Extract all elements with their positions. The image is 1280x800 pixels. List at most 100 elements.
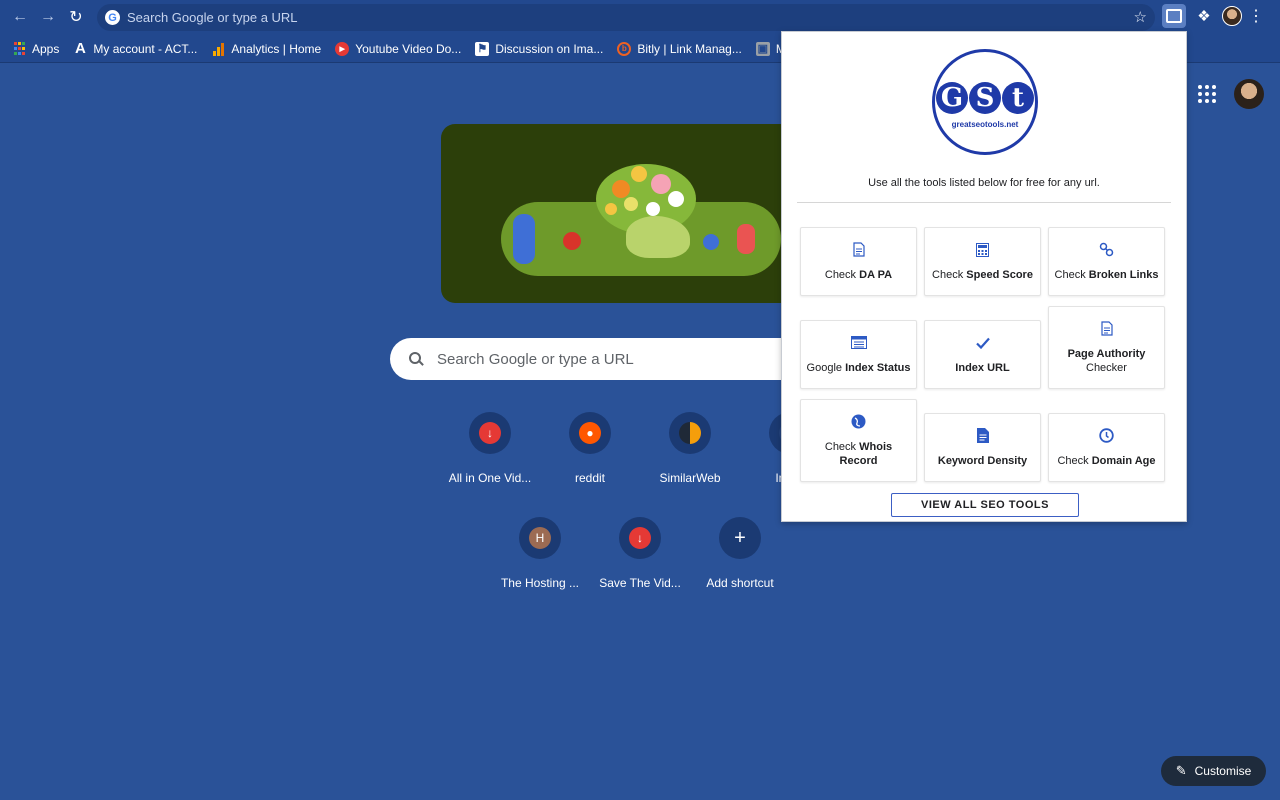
pencil-icon: ✎: [1175, 763, 1187, 778]
document-icon: [1100, 321, 1113, 337]
browser-toolbar: ← → ↻ G ☆ ❖ ⋮: [0, 0, 1280, 35]
bookmark-apps[interactable]: Apps: [12, 42, 59, 56]
document-icon: [852, 242, 865, 258]
gst-logo-circle: G S t greatseotools.net: [932, 49, 1038, 155]
tool-label: Index URL: [955, 361, 1010, 374]
bookmark-discussion[interactable]: ⚑ Discussion on Ima...: [475, 41, 604, 56]
tool-page-authority-checker[interactable]: Page Authority Checker: [1048, 306, 1165, 389]
doodle-flower-image: [563, 232, 581, 250]
analytics-icon: [211, 42, 225, 56]
customise-label: Customise: [1194, 764, 1252, 778]
globe-icon: [851, 414, 866, 430]
shortcut-label: Save The Vid...: [599, 576, 681, 590]
customise-button[interactable]: ✎ Customise: [1161, 756, 1266, 786]
back-button[interactable]: ←: [6, 3, 34, 31]
bookmark-label: Bitly | Link Manag...: [637, 41, 742, 56]
arrow-left-icon: ←: [12, 8, 28, 25]
google-apps-icon[interactable]: [1198, 85, 1216, 103]
bookmark-label: Analytics | Home: [231, 41, 322, 56]
tool-check-whois-record[interactable]: Check Whois Record: [800, 399, 917, 482]
calculator-icon: [976, 242, 989, 258]
clock-icon: [1099, 428, 1114, 444]
bookmark-analytics[interactable]: Analytics | Home: [211, 42, 321, 56]
text-document-icon: [976, 428, 989, 444]
reddit-icon: ●: [579, 422, 601, 444]
shortcut-label: reddit: [574, 471, 606, 485]
shortcut-add[interactable]: + Add shortcut: [690, 517, 790, 590]
bookmark-act[interactable]: A My account - ACT...: [73, 40, 198, 57]
shortcut-reddit[interactable]: ● reddit: [540, 412, 640, 485]
popup-description: Use all the tools listed below for free …: [868, 177, 1100, 189]
gst-logo-letter: t: [1002, 81, 1034, 114]
gst-extension-icon: [1166, 9, 1182, 23]
doodle-flower-image: [703, 234, 719, 250]
reload-button[interactable]: ↻: [62, 3, 90, 31]
tool-label: Check DA PA: [824, 268, 893, 281]
bookmark-youtube[interactable]: ▶ Youtube Video Do...: [335, 41, 462, 56]
popup-divider: [797, 202, 1171, 203]
similarweb-icon: [679, 422, 701, 444]
extensions-button[interactable]: ❖: [1192, 4, 1216, 28]
bookmark-label: Apps: [32, 41, 60, 56]
tool-check-speed-score[interactable]: Check Speed Score: [924, 227, 1041, 296]
tool-check-broken-links[interactable]: Check Broken Links: [1048, 227, 1165, 296]
search-icon: [408, 351, 424, 367]
tool-label: Check Speed Score: [932, 268, 1033, 281]
ntp-search-input[interactable]: [437, 350, 817, 368]
download-arrow-icon: ↓: [479, 422, 501, 444]
plus-icon: +: [734, 526, 746, 549]
gst-logo-letters: G S t: [936, 81, 1034, 114]
gst-extension-button[interactable]: [1162, 4, 1186, 28]
checkmark-icon: [975, 335, 990, 351]
doodle-flower-image: [737, 224, 755, 254]
bitly-icon: b: [617, 41, 632, 56]
letter-h-icon: H: [529, 527, 551, 549]
tool-label: Check Domain Age: [1057, 454, 1156, 467]
bookmark-label: Discussion on Ima...: [495, 41, 604, 56]
puzzle-icon: ❖: [1197, 8, 1211, 25]
arrow-right-icon: →: [40, 8, 56, 25]
bookmark-label: Youtube Video Do...: [355, 41, 462, 56]
tool-label: Check Whois Record: [824, 440, 893, 467]
list-window-icon: [850, 335, 867, 351]
shortcut-label: SimilarWeb: [659, 471, 721, 485]
doodle-hedgehog-image: [626, 216, 690, 258]
account-avatar[interactable]: [1234, 79, 1264, 109]
tool-label: Page Authority Checker: [1067, 347, 1146, 374]
forward-button[interactable]: →: [34, 3, 62, 31]
bookmark-icon: ▣: [755, 41, 770, 56]
shortcut-icon-circle: ↓: [469, 412, 511, 454]
shortcut-icon-circle: [669, 412, 711, 454]
download-arrow-icon: ↓: [629, 527, 651, 549]
bookmark-label: My account - ACT...: [93, 41, 198, 56]
gst-logo-letter: S: [969, 81, 1001, 114]
shortcut-icon-circle: H: [519, 517, 561, 559]
tool-label: Google Index Status: [806, 361, 911, 374]
doodle-flower-image: [513, 214, 535, 264]
shortcut-the-hosting[interactable]: H The Hosting ...: [490, 517, 590, 590]
gst-logo-letter: G: [936, 81, 968, 114]
link-icon: [1099, 242, 1114, 258]
act-logo-icon: A: [74, 40, 86, 57]
extensions-area: ❖ ⋮: [1162, 4, 1264, 28]
view-all-seo-tools-button[interactable]: VIEW ALL SEO TOOLS: [891, 493, 1079, 517]
tool-label: Check Broken Links: [1054, 268, 1159, 281]
google-g-icon: G: [105, 10, 120, 25]
tool-check-domain-age[interactable]: Check Domain Age: [1048, 413, 1165, 482]
reload-icon: ↻: [69, 9, 83, 26]
tool-google-index-status[interactable]: Google Index Status: [800, 320, 917, 389]
shortcut-save-the-video[interactable]: ↓ Save The Vid...: [590, 517, 690, 590]
tool-check-da-pa[interactable]: Check DA PA: [800, 227, 917, 296]
profile-avatar[interactable]: [1222, 6, 1242, 26]
tool-keyword-density[interactable]: Keyword Density: [924, 413, 1041, 482]
shortcut-all-in-one-video[interactable]: ↓ All in One Vid...: [440, 412, 540, 485]
bookmark-bitly[interactable]: b Bitly | Link Manag...: [617, 41, 742, 56]
shortcut-similarweb[interactable]: SimilarWeb: [640, 412, 740, 485]
star-icon[interactable]: ☆: [1134, 8, 1147, 26]
address-bar[interactable]: G ☆: [97, 4, 1155, 31]
omnibox-input[interactable]: [127, 10, 1107, 25]
tool-index-url[interactable]: Index URL: [924, 320, 1041, 389]
kebab-menu-icon[interactable]: ⋮: [1248, 6, 1264, 26]
shortcut-label: All in One Vid...: [448, 471, 532, 485]
shortcut-icon-circle: ↓: [619, 517, 661, 559]
